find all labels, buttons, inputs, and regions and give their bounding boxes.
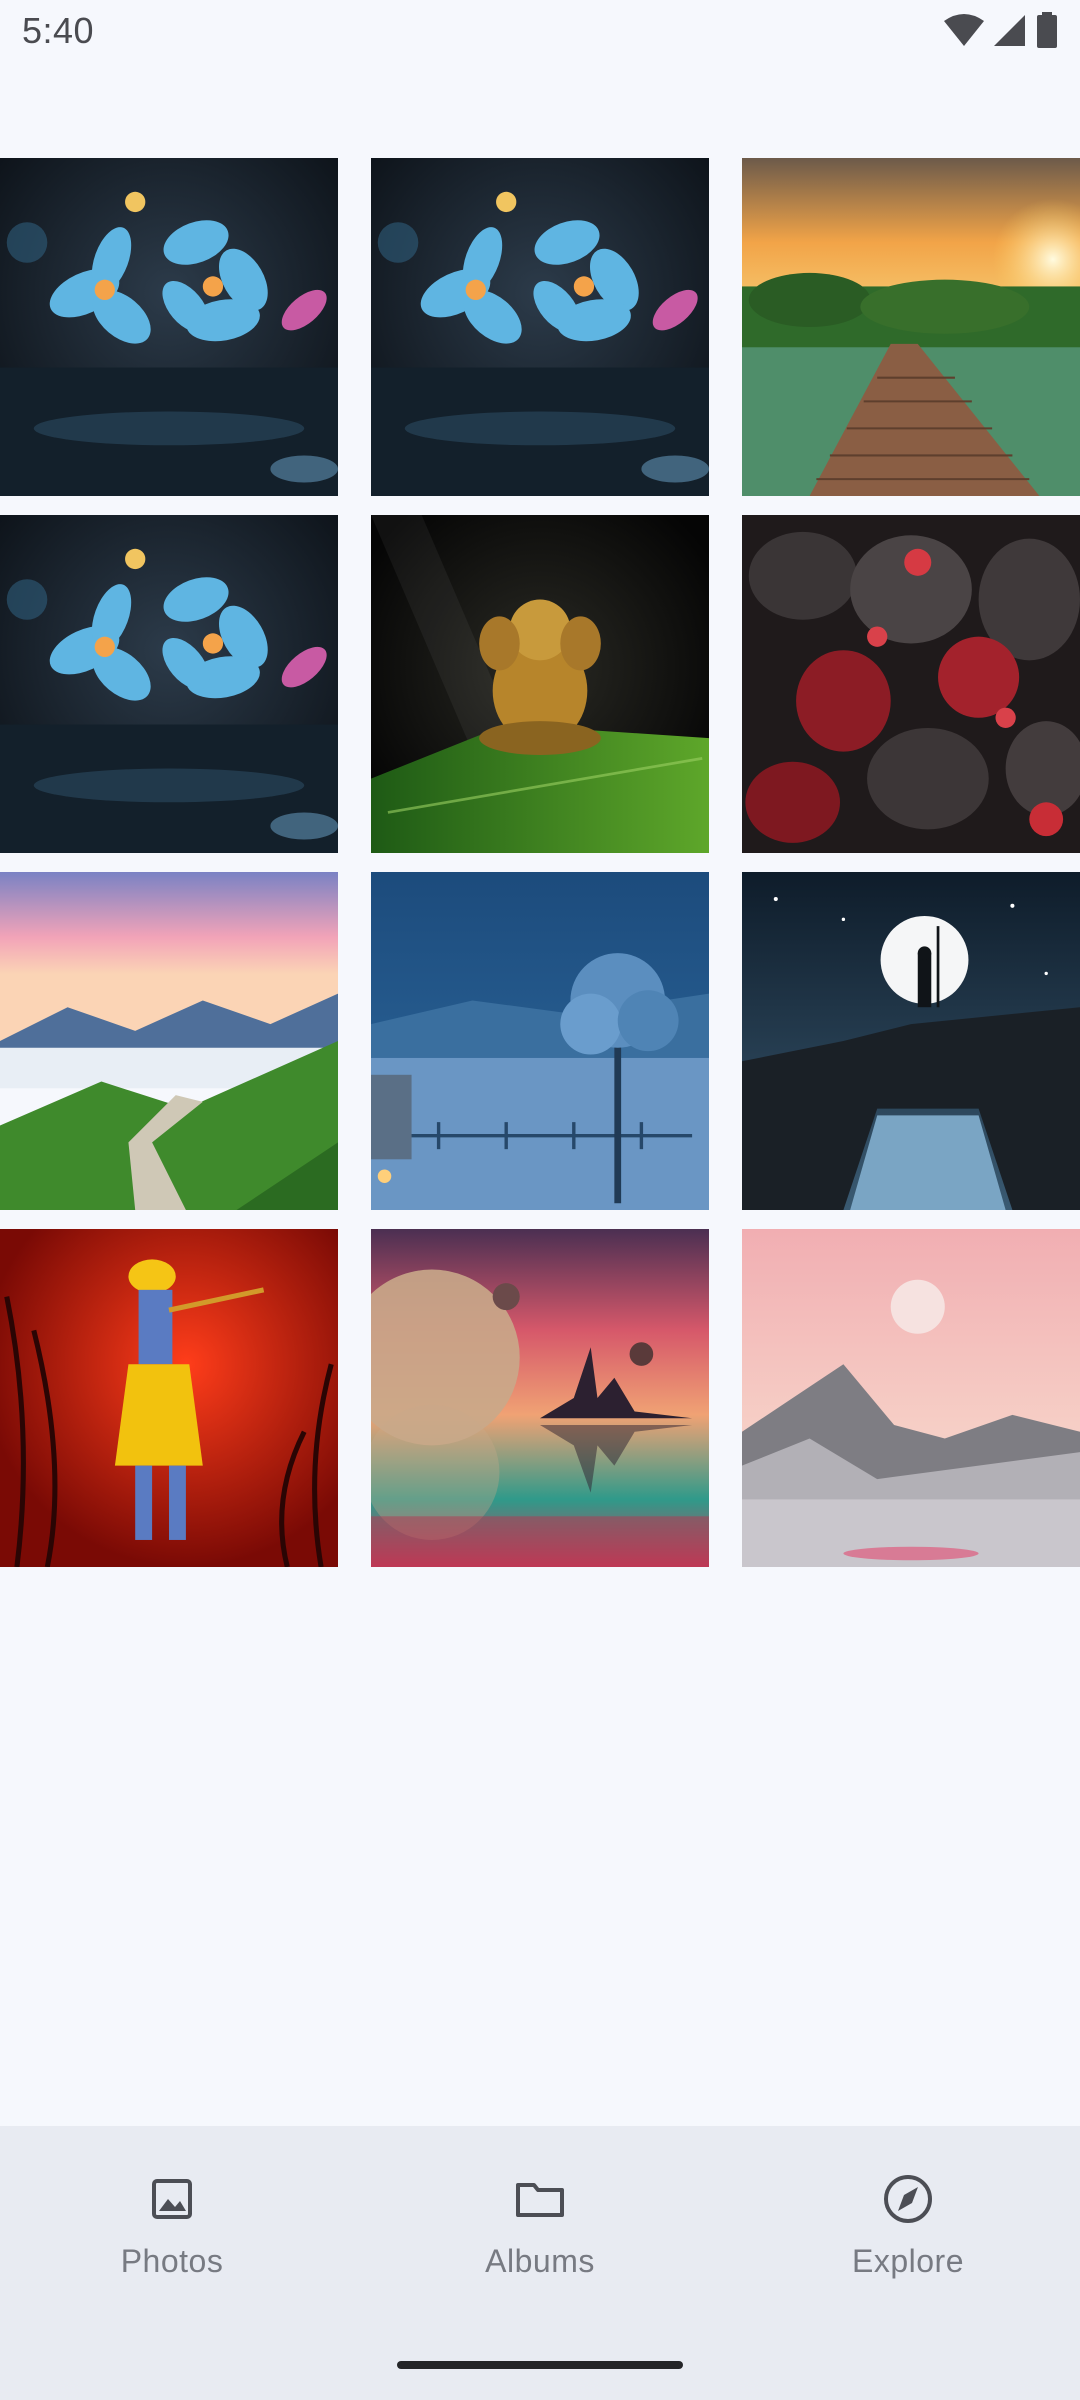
- blue-flowers-image[interactable]: [0, 158, 338, 496]
- nav-item-explore[interactable]: Explore: [788, 2126, 1028, 2326]
- battery-icon: [1037, 12, 1057, 48]
- moon-silhouette-cliff-image[interactable]: [742, 872, 1080, 1210]
- bottom-navigation: Photos Albums Explore: [0, 2126, 1080, 2400]
- status-bar: 5:40: [0, 0, 1080, 62]
- nav-item-photos[interactable]: Photos: [52, 2126, 292, 2326]
- wooden-bridge-sunset-image[interactable]: [742, 158, 1080, 496]
- krishna-red-forest-image[interactable]: [0, 1229, 338, 1567]
- blue-flowers-image[interactable]: [0, 515, 338, 853]
- pink-moon-mountains-image[interactable]: [742, 1229, 1080, 1567]
- blue-night-tree-lake-image[interactable]: [371, 872, 709, 1210]
- red-gem-stones-image[interactable]: [742, 515, 1080, 853]
- nav-label-albums: Albums: [485, 2243, 595, 2279]
- mountain-sunrise-road-image[interactable]: [0, 872, 338, 1210]
- planet-lake-reflection-image[interactable]: [371, 1229, 709, 1567]
- status-time: 5:40: [22, 10, 95, 51]
- folder-icon: [516, 2183, 564, 2217]
- nav-label-photos: Photos: [120, 2243, 224, 2279]
- status-icons: [944, 12, 1058, 48]
- golden-ganesha-leaf-image[interactable]: [371, 515, 709, 853]
- home-indicator[interactable]: [397, 2361, 683, 2369]
- compass-icon: [884, 2175, 932, 2223]
- nav-label-explore: Explore: [852, 2243, 964, 2279]
- blue-flowers-image[interactable]: [371, 158, 709, 496]
- cellular-signal-icon: [994, 15, 1025, 46]
- wifi-icon: [944, 14, 984, 46]
- nav-item-albums[interactable]: Albums: [420, 2126, 660, 2326]
- image-icon: [152, 2179, 192, 2219]
